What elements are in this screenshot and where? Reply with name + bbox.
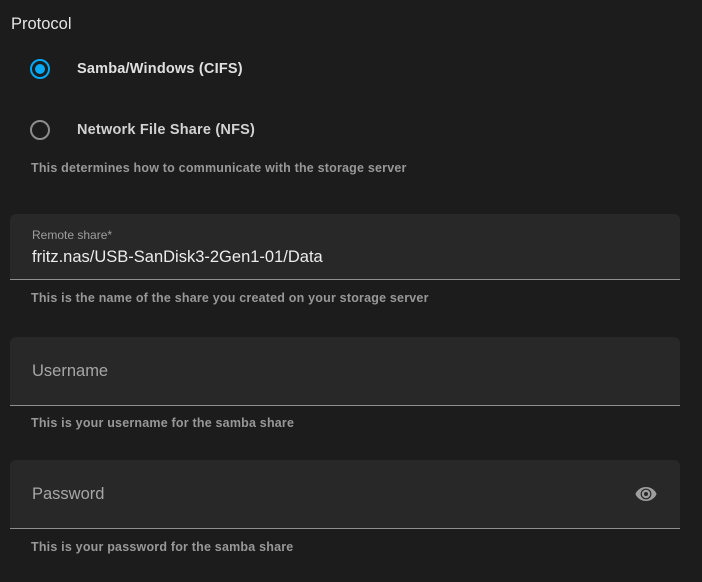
radio-button-nfs[interactable] [30, 120, 50, 140]
remote-share-helper-text: This is the name of the share you create… [31, 291, 702, 306]
network-storage-form: Protocol Samba/Windows (CIFS) Network Fi… [0, 0, 702, 555]
password-visibility-toggle[interactable] [634, 482, 658, 506]
radio-button-cifs[interactable] [30, 59, 50, 79]
eye-icon [634, 482, 658, 506]
radio-dot [35, 125, 45, 135]
radio-label-nfs: Network File Share (NFS) [77, 122, 255, 138]
password-input[interactable] [32, 485, 658, 504]
remote-share-input[interactable] [32, 247, 658, 268]
password-field[interactable] [10, 460, 680, 529]
remote-share-field[interactable]: Remote share* [10, 214, 680, 280]
protocol-helper-text: This determines how to communicate with … [31, 161, 702, 176]
protocol-section-label: Protocol [0, 0, 702, 34]
username-helper-text: This is your username for the samba shar… [31, 416, 702, 431]
radio-option-cifs[interactable]: Samba/Windows (CIFS) [30, 57, 702, 81]
username-input[interactable] [32, 362, 658, 381]
username-field[interactable] [10, 337, 680, 406]
password-helper-text: This is your password for the samba shar… [31, 540, 702, 555]
remote-share-label: Remote share* [32, 228, 658, 243]
radio-label-cifs: Samba/Windows (CIFS) [77, 61, 243, 77]
radio-option-nfs[interactable]: Network File Share (NFS) [30, 118, 702, 142]
radio-dot [35, 64, 45, 74]
